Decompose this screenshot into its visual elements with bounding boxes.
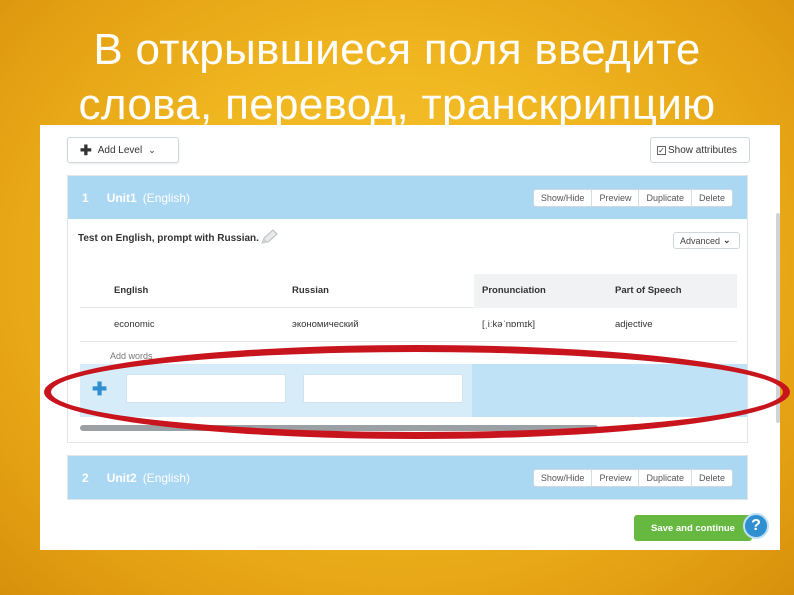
unit-name: Unit1 — [106, 190, 137, 205]
toolbar: ✚ Add Level ⌄ ✓ Show attributes — [40, 125, 780, 165]
show-hide-button[interactable]: Show/Hide — [534, 190, 593, 206]
add-row-plus-icon[interactable]: ✚ — [92, 379, 107, 400]
unit-body: Test on English, prompt with Russian. Ad… — [68, 219, 747, 442]
cell-english[interactable]: economic — [114, 319, 155, 330]
unit-header[interactable]: 1 Unit1 (English) Show/Hide Preview Dupl… — [68, 176, 747, 219]
duplicate-button[interactable]: Duplicate — [639, 470, 692, 486]
add-words-label: Add words — [110, 351, 153, 361]
unit-language: (English) — [142, 190, 191, 205]
delete-button[interactable]: Delete — [692, 470, 732, 486]
slide-title: В открывшиеся поля введите слова, перево… — [0, 22, 794, 132]
unit-name: Unit2 — [106, 470, 137, 485]
checkbox-icon[interactable]: ✓ — [657, 145, 666, 155]
show-attributes-label: Show attributes — [668, 144, 737, 156]
unit-actions: Show/Hide Preview Duplicate Delete — [532, 189, 733, 207]
column-pronunciation: Pronunciation — [482, 285, 546, 296]
column-english: English — [114, 285, 149, 296]
unit-panel: 1 Unit1 (English) Show/Hide Preview Dupl… — [67, 175, 748, 443]
chevron-down-icon: ⌄ — [148, 144, 156, 155]
delete-button[interactable]: Delete — [692, 190, 732, 206]
add-level-label: Add Level — [97, 144, 143, 156]
advanced-label: Advanced — [680, 235, 721, 246]
unit-language: (English) — [142, 470, 191, 485]
plus-icon: ✚ — [80, 141, 92, 158]
vertical-scrollbar[interactable] — [776, 213, 780, 423]
duplicate-button[interactable]: Duplicate — [639, 190, 692, 206]
table-row[interactable]: economic экономический [ˌiːkəˈnɒmɪk] adj… — [80, 308, 737, 342]
word-table: English Russian Pronunciation Part of Sp… — [80, 274, 737, 361]
cell-russian[interactable]: экономический — [292, 319, 359, 330]
column-part-of-speech: Part of Speech — [615, 285, 682, 296]
add-level-button[interactable]: ✚ Add Level ⌄ — [67, 137, 179, 163]
pencil-icon[interactable] — [258, 228, 280, 246]
slide-title-line-2: слова, перевод, транскрипцию — [78, 80, 716, 129]
show-hide-button[interactable]: Show/Hide — [534, 470, 593, 486]
english-word-input[interactable] — [126, 374, 286, 403]
unit-header[interactable]: 2 Unit2 (English) Show/Hide Preview Dupl… — [68, 456, 747, 499]
russian-word-input[interactable] — [303, 374, 463, 403]
unit-number: 1 — [82, 190, 89, 205]
cell-pronunciation[interactable]: [ˌiːkəˈnɒmɪk] — [482, 319, 535, 330]
help-icon[interactable]: ? — [743, 513, 769, 539]
show-attributes-toggle[interactable]: ✓ Show attributes — [650, 137, 750, 163]
save-and-continue-button[interactable]: Save and continue — [634, 515, 752, 541]
add-word-row: ✚ — [80, 364, 747, 417]
preview-button[interactable]: Preview — [592, 190, 640, 206]
unit-panel: 2 Unit2 (English) Show/Hide Preview Dupl… — [67, 455, 748, 500]
slide-title-line-1: В открывшиеся поля введите — [93, 25, 701, 74]
table-header: English Russian Pronunciation Part of Sp… — [80, 274, 737, 308]
horizontal-scrollbar[interactable] — [80, 425, 598, 431]
unit-number: 2 — [82, 470, 89, 485]
advanced-dropdown[interactable]: Advanced ⌄ — [673, 232, 740, 249]
column-russian: Russian — [292, 285, 329, 296]
cell-part-of-speech[interactable]: adjective — [615, 319, 653, 330]
app-screenshot: ✚ Add Level ⌄ ✓ Show attributes 1 Unit1 … — [40, 125, 780, 550]
test-prompt: Test on English, prompt with Russian. — [78, 233, 259, 244]
chevron-down-icon: ⌄ — [723, 235, 731, 245]
preview-button[interactable]: Preview — [592, 470, 640, 486]
unit-actions: Show/Hide Preview Duplicate Delete — [532, 469, 733, 487]
